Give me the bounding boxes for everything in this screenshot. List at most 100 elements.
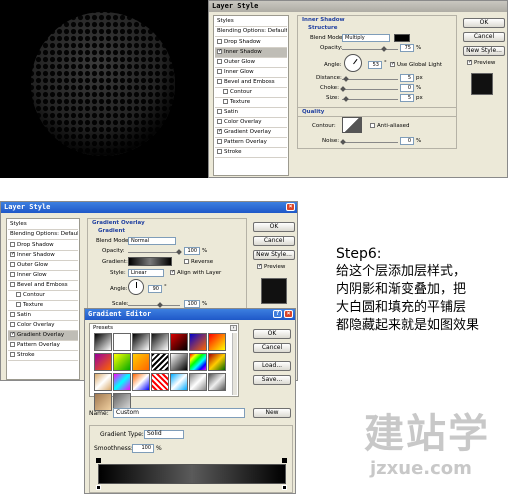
checkbox-icon[interactable]: [223, 99, 228, 104]
gradient-preset-swatch[interactable]: [189, 373, 207, 391]
blending-options-item[interactable]: Blending Options: Default: [215, 27, 287, 37]
color-stop-right[interactable]: [282, 485, 287, 490]
checkbox-icon[interactable]: ✓: [10, 252, 15, 257]
new-style-button[interactable]: New Style...: [463, 46, 505, 56]
angle-dial[interactable]: [128, 279, 144, 295]
checkbox-icon[interactable]: [10, 282, 15, 287]
opacity-input[interactable]: 75: [400, 44, 414, 52]
opacity-stop-right[interactable]: [282, 458, 287, 463]
gradient-preset-swatch[interactable]: [113, 373, 131, 391]
gradient-preset-swatch[interactable]: [151, 353, 169, 371]
shadow-color-swatch[interactable]: [394, 34, 410, 42]
style-item-stroke[interactable]: Stroke: [215, 148, 287, 158]
checkbox-icon[interactable]: [217, 149, 222, 154]
gradient-preset-swatch[interactable]: [94, 393, 112, 411]
checkbox-icon[interactable]: [217, 79, 222, 84]
blend-mode-select[interactable]: Multiply: [342, 34, 390, 42]
noise-slider[interactable]: [342, 142, 398, 143]
load-button[interactable]: Load...: [253, 361, 291, 371]
checkbox-icon[interactable]: [10, 272, 15, 277]
contour-picker[interactable]: [342, 117, 362, 133]
gradient-preset-swatch[interactable]: [170, 333, 188, 351]
checkbox-icon[interactable]: ✓: [217, 49, 222, 54]
gradient-preset-swatch[interactable]: [132, 373, 150, 391]
style-item-color-overlay[interactable]: Color Overlay: [8, 321, 78, 331]
close-icon[interactable]: ×: [284, 310, 293, 318]
gradient-type-select[interactable]: Solid: [144, 430, 184, 439]
gradient-preset-swatch[interactable]: [132, 353, 150, 371]
gradient-preset-swatch[interactable]: [189, 353, 207, 371]
gradient-preset-swatch[interactable]: [170, 353, 188, 371]
checkbox-icon[interactable]: [10, 322, 15, 327]
choke-slider[interactable]: [342, 89, 398, 90]
ok-button[interactable]: OK: [463, 18, 505, 28]
style-item-pattern-overlay[interactable]: Pattern Overlay: [215, 138, 287, 148]
gradient-preset-swatch[interactable]: [208, 333, 226, 351]
checkbox-icon[interactable]: [223, 89, 228, 94]
size-input[interactable]: 5: [400, 94, 414, 102]
style-item-pattern-overlay[interactable]: Pattern Overlay: [8, 341, 78, 351]
cancel-button[interactable]: Cancel: [253, 236, 295, 246]
gradient-preset-swatch[interactable]: [113, 353, 131, 371]
style-item-gradient-overlay[interactable]: ✓ Gradient Overlay: [8, 331, 78, 341]
reverse-option[interactable]: Reverse: [184, 259, 213, 265]
opacity-input[interactable]: 100: [184, 247, 200, 255]
presets-menu-icon[interactable]: ›: [230, 325, 237, 331]
checkbox-icon[interactable]: [217, 139, 222, 144]
style-item-drop-shadow[interactable]: Drop Shadow: [215, 38, 287, 48]
checkbox-icon[interactable]: ✓: [10, 332, 15, 337]
opacity-slider[interactable]: [128, 252, 180, 253]
gradient-preset-swatch[interactable]: [208, 373, 226, 391]
save-button[interactable]: Save...: [253, 375, 291, 385]
checkbox-icon[interactable]: [10, 262, 15, 267]
name-input[interactable]: Custom: [113, 408, 245, 418]
styles-header[interactable]: Styles: [215, 17, 287, 27]
styles-header[interactable]: Styles: [8, 220, 78, 230]
opacity-slider-knob[interactable]: [381, 46, 387, 52]
style-item-contour[interactable]: Contour: [215, 88, 287, 98]
opacity-slider-knob[interactable]: [176, 249, 182, 255]
noise-slider-knob[interactable]: [340, 139, 346, 145]
style-item-bevel-and-emboss[interactable]: Bevel and Emboss: [8, 281, 78, 291]
preview-option[interactable]: ✓ Preview: [467, 60, 495, 66]
smoothness-input[interactable]: 100: [132, 444, 154, 453]
angle-input[interactable]: 90: [148, 285, 162, 293]
presets-scrollbar[interactable]: [232, 333, 237, 395]
checkbox-icon[interactable]: [217, 119, 222, 124]
checkbox-icon[interactable]: [217, 109, 222, 114]
opacity-slider[interactable]: [342, 49, 398, 50]
blending-options-item[interactable]: Blending Options: Default: [8, 230, 78, 240]
scale-slider[interactable]: [128, 305, 180, 306]
style-item-texture[interactable]: Texture: [215, 98, 287, 108]
checkbox-icon[interactable]: [217, 59, 222, 64]
style-item-color-overlay[interactable]: Color Overlay: [215, 118, 287, 128]
angle-dial[interactable]: [344, 54, 362, 72]
size-slider[interactable]: [342, 99, 398, 100]
checkbox-icon[interactable]: [16, 292, 21, 297]
distance-slider[interactable]: [342, 79, 398, 80]
distance-input[interactable]: 5: [400, 74, 414, 82]
cancel-button[interactable]: Cancel: [463, 32, 505, 42]
color-stop-left[interactable]: [96, 485, 101, 490]
close-icon[interactable]: ×: [286, 203, 295, 211]
style-item-bevel-and-emboss[interactable]: Bevel and Emboss: [215, 78, 287, 88]
gradient-preset-swatch[interactable]: [132, 333, 150, 351]
scale-input[interactable]: 100: [184, 300, 200, 308]
style-item-inner-shadow[interactable]: ✓ Inner Shadow: [215, 48, 287, 58]
style-item-outer-glow[interactable]: Outer Glow: [8, 261, 78, 271]
checkbox-icon[interactable]: [217, 69, 222, 74]
style-item-satin[interactable]: Satin: [215, 108, 287, 118]
noise-input[interactable]: 0: [400, 137, 414, 145]
anti-aliased-option[interactable]: Anti-aliased: [370, 123, 409, 129]
checkbox-icon[interactable]: [10, 342, 15, 347]
checkbox-icon[interactable]: ✓: [217, 129, 222, 134]
style-select[interactable]: Linear: [128, 269, 164, 277]
blend-mode-select[interactable]: Normal: [128, 237, 176, 245]
gradient-preset-swatch[interactable]: [151, 373, 169, 391]
style-item-drop-shadow[interactable]: Drop Shadow: [8, 241, 78, 251]
checkbox-icon[interactable]: [16, 302, 21, 307]
help-icon[interactable]: ?: [273, 310, 282, 318]
scale-slider-knob[interactable]: [157, 302, 163, 308]
new-style-button[interactable]: New Style...: [253, 250, 295, 260]
checkbox-icon[interactable]: [10, 352, 15, 357]
